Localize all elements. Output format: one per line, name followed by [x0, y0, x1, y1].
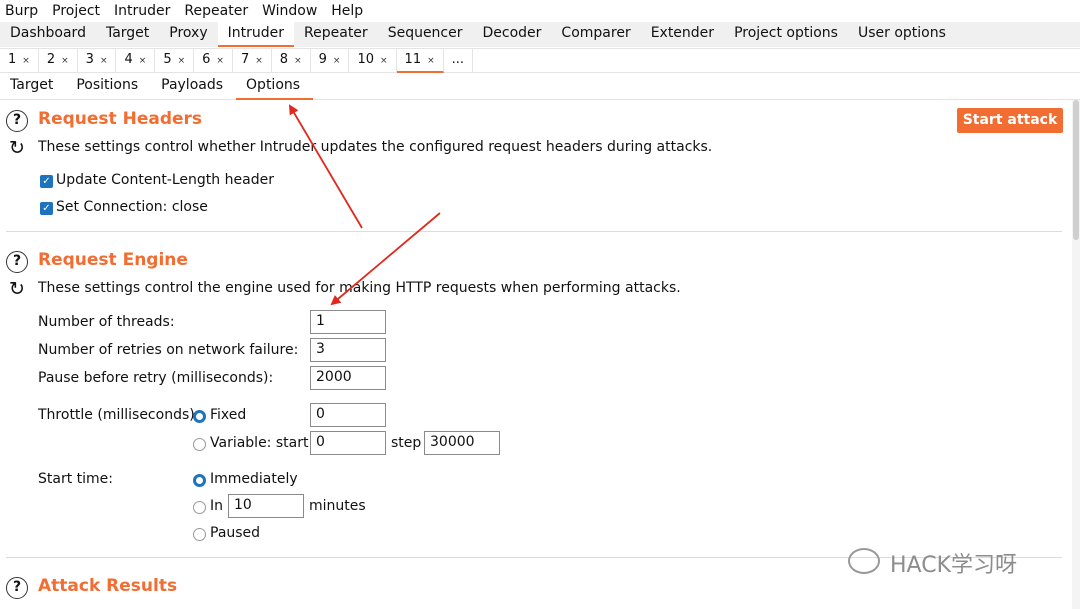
arrow-to-options-tab — [288, 104, 363, 229]
arrow-to-threads-input — [330, 212, 441, 306]
annotation-arrows — [288, 104, 441, 306]
